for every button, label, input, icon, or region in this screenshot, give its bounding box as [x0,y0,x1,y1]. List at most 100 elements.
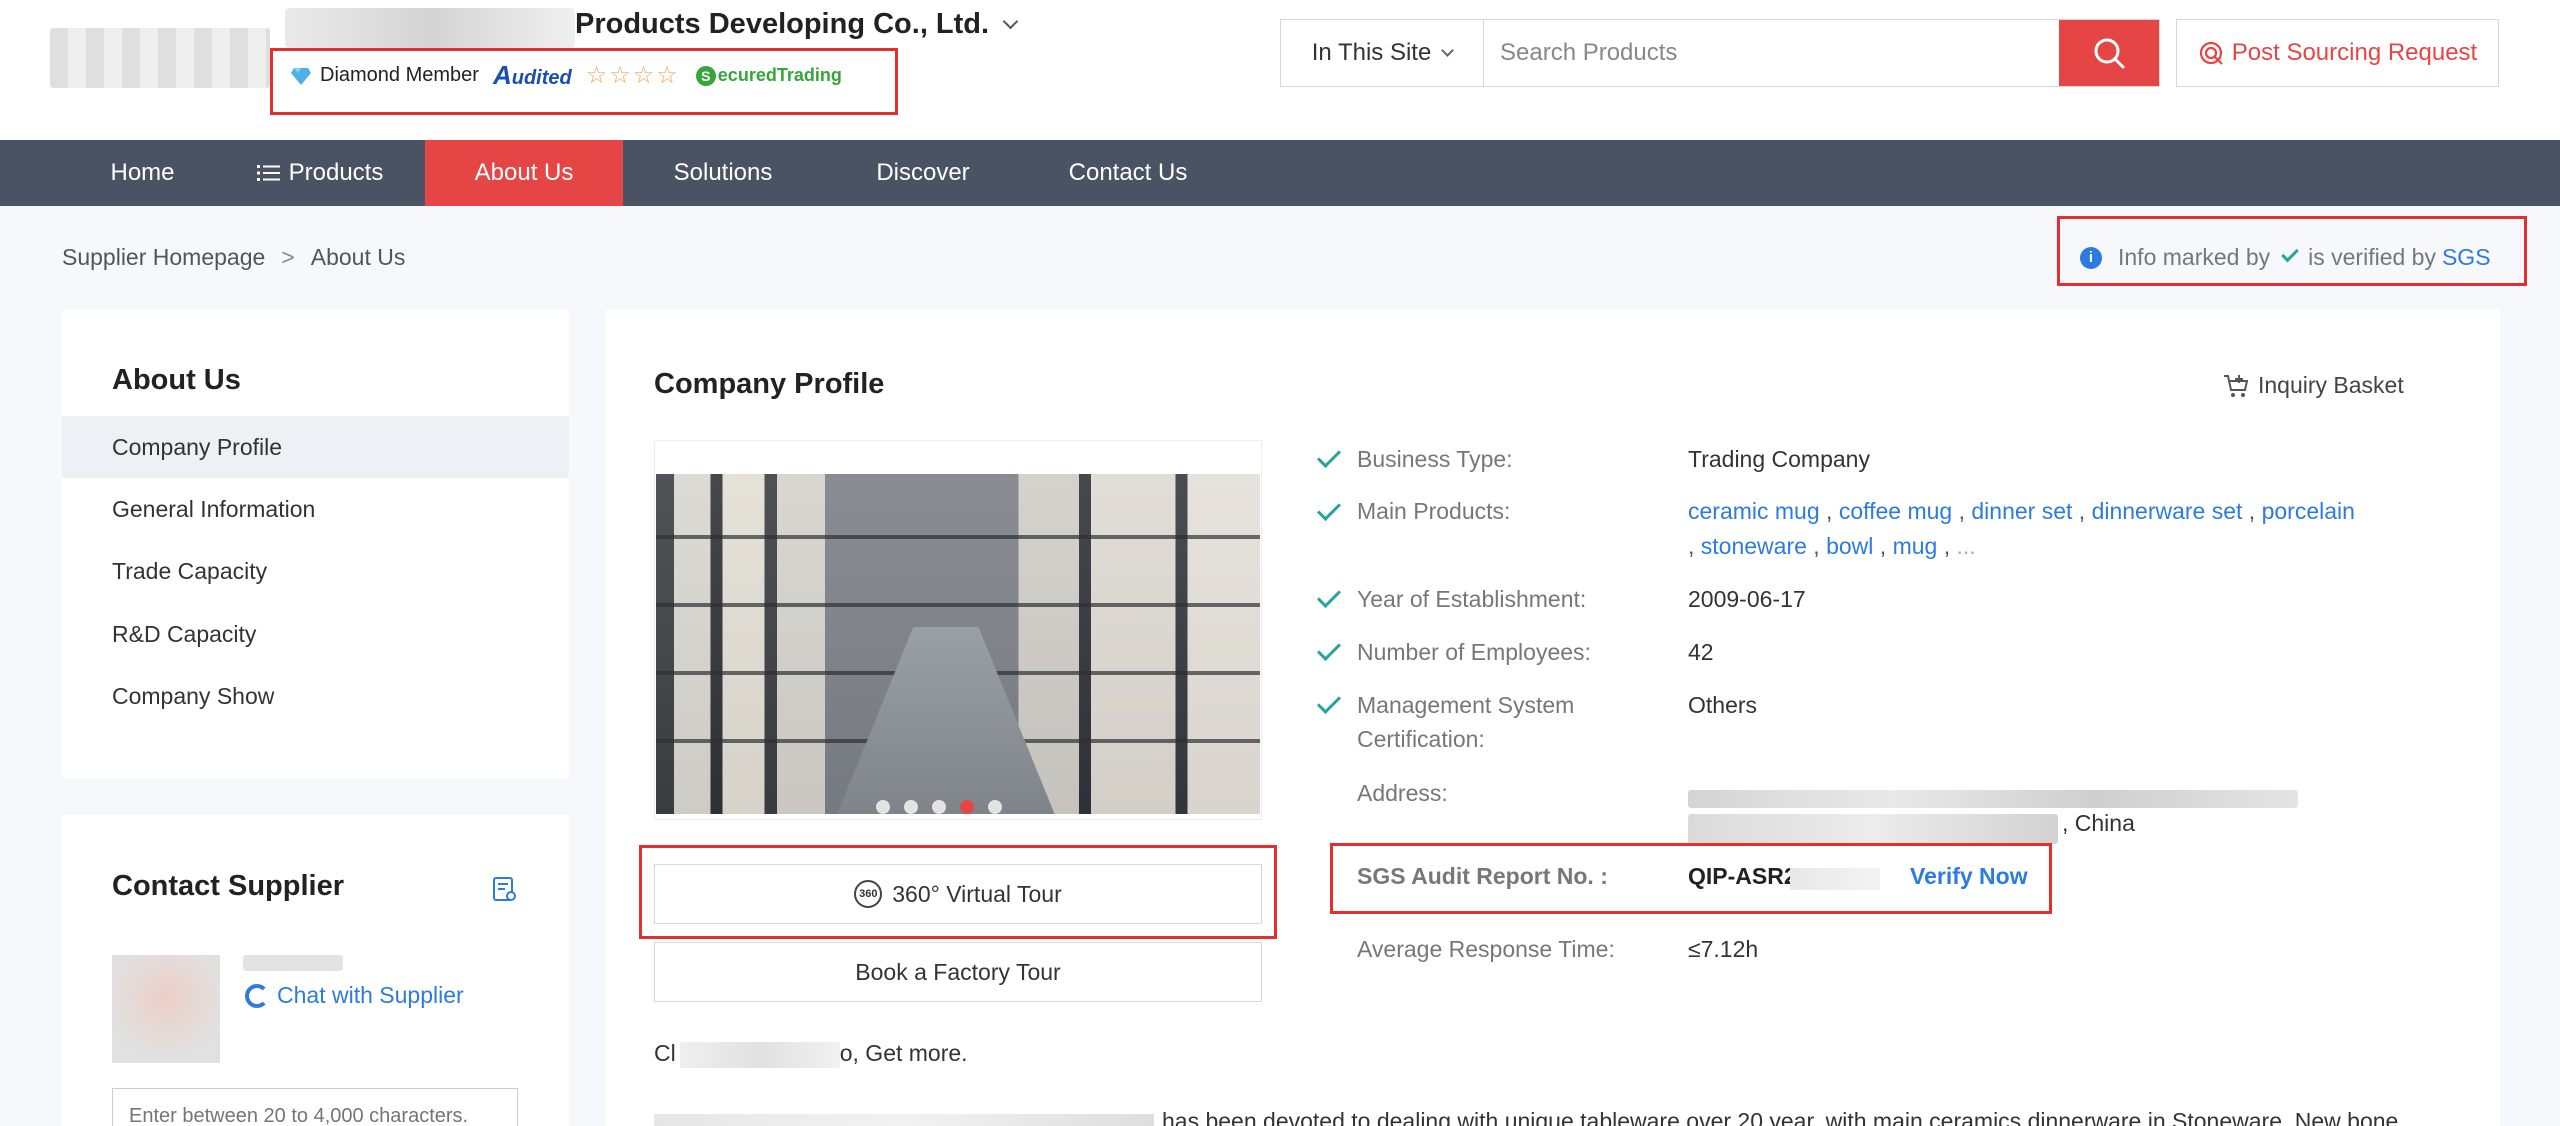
description-redacted [680,1042,840,1068]
company-profile-title: Company Profile [654,368,885,400]
sidebar-item-general-information[interactable]: General Information [62,478,569,540]
chat-icon [245,983,269,1008]
employees-value: 42 [1688,639,1714,665]
main-nav: Home Products About Us Solutions Discove… [0,140,2560,206]
breadcrumb-current: About Us [310,244,406,270]
book-factory-tour-button[interactable]: Book a Factory Tour [654,942,1262,1002]
address-redacted [1688,790,2298,808]
company-logo[interactable] [50,28,270,88]
mgmt-cert-value: Others [1688,692,1758,718]
verify-now-link[interactable]: Verify Now [1910,863,2028,890]
chat-with-supplier-link[interactable]: Chat with Supplier [245,982,464,1009]
secured-trading-badge[interactable]: SecuredTrading [695,65,842,86]
address-tail: , China [2062,810,2135,836]
mgmt-cert-label-2: Certification: [1357,726,1485,752]
sidebar-item-rd-capacity[interactable]: R&D Capacity [62,603,569,665]
employees-label: Number of Employees: [1357,639,1591,665]
nav-contact-us-label: Contact Us [1068,159,1188,186]
desc-start: Cl [654,1040,676,1066]
product-link[interactable]: mug [1893,533,1938,559]
product-link[interactable]: stoneware [1701,533,1807,559]
nav-solutions-label: Solutions [673,159,773,186]
shelf-line [656,535,1260,540]
sgs-report-redacted [1790,868,1880,890]
showroom-photo[interactable] [656,474,1260,814]
search-button[interactable] [2059,20,2159,86]
secured-icon: S [695,65,716,86]
nav-discover[interactable]: Discover [823,140,1023,206]
nav-products-label: Products [288,159,384,186]
carousel-dot[interactable] [876,800,890,814]
search-scope-select[interactable]: In This Site [1281,20,1484,86]
book-factory-tour-label: Book a Factory Tour [855,958,1061,985]
carousel-dot[interactable] [988,800,1002,814]
nav-home[interactable]: Home [70,140,215,206]
supplier-avatar [112,955,220,1063]
desc-end[interactable]: o, Get more. [840,1040,968,1066]
carousel-dot[interactable] [932,800,946,814]
carousel-dots [876,800,1002,814]
sidebar-item-label: R&D Capacity [112,620,257,647]
search-bar: In This Site [1280,19,2160,87]
sgs-link[interactable]: SGS [2442,244,2491,271]
inquiry-basket-link[interactable]: Inquiry Basket [2222,372,2404,399]
address-label: Address: [1357,780,1448,806]
sidebar-item-label: Trade Capacity [112,557,268,584]
secured-trading-text: ecuredTrading [717,65,842,85]
sidebar-item-trade-capacity[interactable]: Trade Capacity [62,540,569,602]
sidebar-item-company-show[interactable]: Company Show [62,665,569,727]
sidebar-item-label: General Information [112,495,316,522]
sidebar-title: About Us [112,364,241,396]
list-icon [256,165,280,181]
diamond-icon [291,67,311,85]
product-link[interactable]: coffee mug [1839,498,1952,524]
chat-with-supplier-label: Chat with Supplier [277,982,464,1008]
sidebar-item-label: Company Profile [112,433,283,460]
business-type-value: Trading Company [1688,446,1870,472]
chevron-down-icon[interactable] [1002,13,1019,30]
inquiry-basket-label: Inquiry Basket [2258,372,2404,398]
chevron-down-icon [1441,43,1455,57]
desc-line2: has been devoted to dealing with unique … [1162,1108,2399,1126]
description-redacted [654,1113,1154,1126]
message-input[interactable] [112,1088,518,1126]
breadcrumb-home[interactable]: Supplier Homepage [62,244,265,271]
verification-suffix: is verified by [2308,244,2436,270]
360-icon: 360 [854,880,883,908]
address-redacted [1688,814,2058,844]
business-card-icon[interactable] [492,876,518,904]
company-name[interactable]: Products Developing Co., Ltd. [575,8,1019,41]
product-link[interactable]: dinner set [1971,498,2072,524]
verification-note: i Info marked by is verified by SGS [2080,244,2491,271]
sidebar-item-label: Company Show [112,682,275,709]
product-link[interactable]: porcelain [2262,498,2355,524]
carousel-dot-active[interactable] [960,800,974,814]
search-input[interactable] [1484,20,2059,86]
info-icon: i [2080,246,2102,269]
sgs-report-value: QIP-ASR2 [1688,863,1797,889]
virtual-tour-button[interactable]: 360 360° Virtual Tour [654,864,1262,924]
showroom-floor [837,627,1055,814]
sidebar-item-company-profile[interactable]: Company Profile [62,416,569,478]
search-scope-label: In This Site [1311,39,1432,66]
sourcing-icon [2199,41,2223,65]
year-established-value: 2009-06-17 [1688,586,1806,612]
nav-products[interactable]: Products [215,140,425,206]
nav-about-us[interactable]: About Us [425,140,623,206]
post-sourcing-request-button[interactable]: Post Sourcing Request [2176,19,2499,87]
diamond-member-label[interactable]: Diamond Member [320,64,479,87]
nav-solutions[interactable]: Solutions [623,140,823,206]
breadcrumb: Supplier Homepage > About Us [62,244,405,271]
audited-badge[interactable]: Audited [493,60,572,91]
main-products-label: Main Products: [1357,498,1511,524]
cart-icon [2224,374,2249,397]
nav-discover-label: Discover [876,159,970,186]
nav-home-label: Home [110,159,175,186]
company-description-line2: has been devoted to dealing with unique … [654,1108,2444,1126]
carousel-dot[interactable] [904,800,918,814]
product-link[interactable]: ceramic mug [1688,498,1820,524]
product-link[interactable]: bowl [1826,533,1873,559]
nav-contact-us[interactable]: Contact Us [1023,140,1233,206]
products-more: ... [1956,533,1976,559]
product-link[interactable]: dinnerware set [2092,498,2243,524]
